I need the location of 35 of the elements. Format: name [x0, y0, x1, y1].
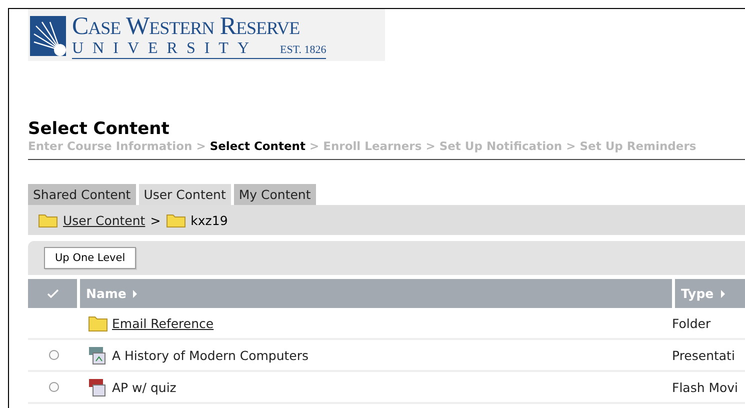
content-type: Presentati [672, 348, 735, 362]
content-tab[interactable]: User Content [138, 184, 231, 205]
up-one-level-button[interactable]: Up One Level [44, 247, 136, 269]
folder-icon [38, 212, 58, 228]
step-separator: > [309, 139, 320, 153]
sort-arrow-icon [133, 290, 138, 298]
file-name[interactable]: AP w/ quiz [112, 380, 176, 394]
content-tab[interactable]: Shared Content [28, 184, 136, 205]
step-separator: > [196, 139, 206, 153]
wizard-step: Enter Course Information [28, 139, 192, 153]
wizard-step: Enroll Learners [323, 139, 422, 153]
content-type: Flash Movi [672, 380, 738, 394]
step-separator: > [566, 139, 576, 153]
folder-link[interactable]: Email Reference [112, 316, 214, 330]
page-title: Select Content [28, 119, 170, 139]
wizard-step: Set Up Notification [439, 139, 562, 153]
radio-button[interactable] [49, 350, 59, 360]
folder-icon [88, 314, 108, 332]
flash-file-icon [88, 377, 108, 397]
breadcrumb-current: kxz19 [190, 212, 228, 228]
radio-button[interactable] [49, 382, 59, 392]
checkmark-icon [46, 288, 58, 298]
step-separator: > [426, 139, 436, 153]
wizard-step: Select Content [210, 139, 306, 153]
breadcrumb-separator: > [150, 212, 161, 228]
presentation-file-icon [88, 345, 108, 365]
content-type: Folder [672, 316, 711, 330]
breadcrumb-link[interactable]: User Content [63, 212, 146, 228]
content-tab[interactable]: My Content [234, 184, 316, 205]
sunburst-logo-icon [30, 16, 66, 56]
university-logo: Case Western Reserve UNIVERSITY EST. 1826 [28, 9, 385, 61]
sort-arrow-icon [720, 290, 725, 298]
folder-icon [166, 212, 186, 228]
file-name[interactable]: A History of Modern Computers [112, 348, 309, 362]
wizard-step: Set Up Reminders [580, 139, 696, 153]
